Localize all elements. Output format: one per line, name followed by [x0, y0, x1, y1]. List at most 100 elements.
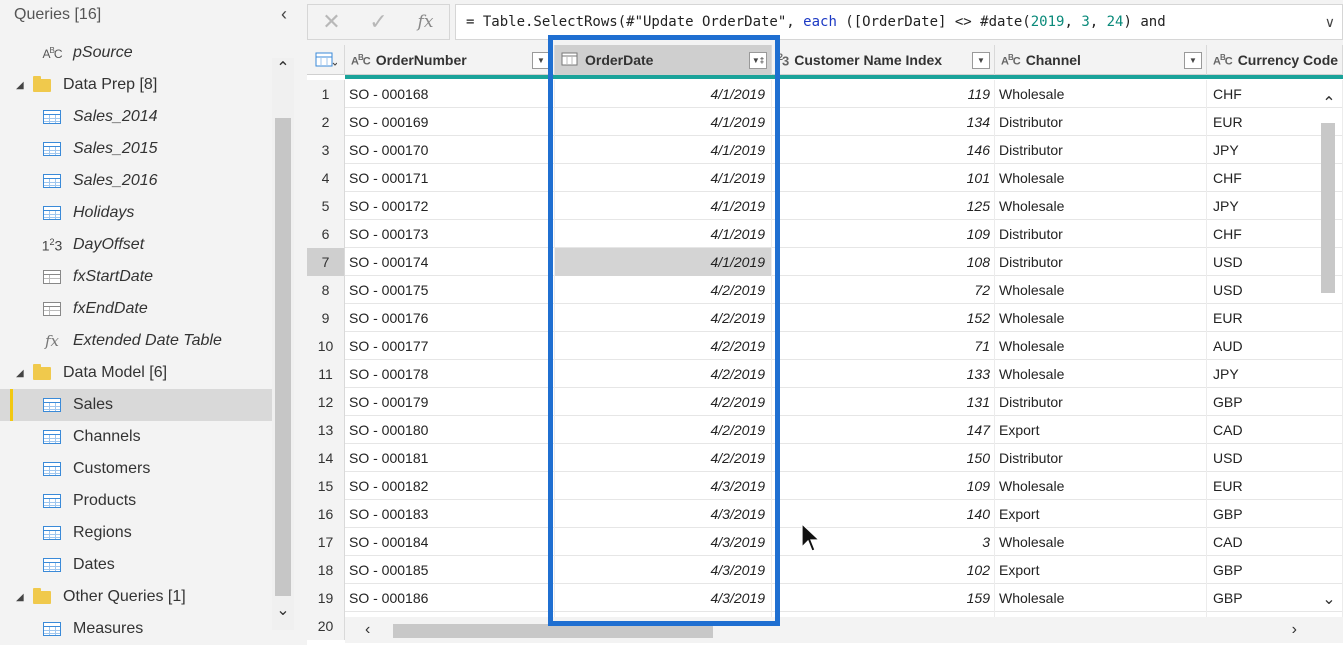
table-row[interactable]: 10 SO - 000177 4/2/2019 71 Wholesale AUD [307, 332, 1343, 360]
expand-triangle-icon[interactable]: ◢ [16, 80, 24, 91]
cell-order-number[interactable]: SO - 000186 [345, 584, 555, 612]
cell-order-date[interactable]: 4/1/2019 [555, 136, 772, 164]
cell-customer-name-index[interactable]: 146 [772, 136, 995, 164]
table-row[interactable]: 16 SO - 000183 4/3/2019 140 Export GBP [307, 500, 1343, 528]
scroll-left-chevron-icon[interactable]: ‹ [365, 621, 370, 639]
cell-order-date[interactable]: 4/2/2019 [555, 332, 772, 360]
row-number[interactable]: 17 [307, 528, 345, 556]
table-row[interactable]: 11 SO - 000178 4/2/2019 133 Wholesale JPY [307, 360, 1343, 388]
table-row[interactable]: 17 SO - 000184 4/3/2019 3 Wholesale CAD [307, 528, 1343, 556]
cell-order-number[interactable]: SO - 000168 [345, 80, 555, 108]
cell-order-number[interactable]: SO - 000174 [345, 248, 555, 276]
cell-order-number[interactable]: SO - 000180 [345, 416, 555, 444]
cell-order-number[interactable]: SO - 000172 [345, 192, 555, 220]
cell-channel[interactable]: Wholesale [995, 360, 1207, 388]
table-row[interactable]: 1 SO - 000168 4/1/2019 119 Wholesale CHF [307, 80, 1343, 108]
cell-channel[interactable]: Wholesale [995, 584, 1207, 612]
cell-channel[interactable]: Wholesale [995, 528, 1207, 556]
row-number[interactable]: 11 [307, 360, 345, 388]
filter-dropdown-icon[interactable]: ▼ [532, 52, 550, 69]
row-number[interactable]: 18 [307, 556, 345, 584]
row-number[interactable]: 14 [307, 444, 345, 472]
row-number[interactable]: 15 [307, 472, 345, 500]
cell-order-date[interactable]: 4/2/2019 [555, 304, 772, 332]
query-item[interactable]: Products [0, 485, 272, 517]
cell-order-date[interactable]: 4/2/2019 [555, 360, 772, 388]
cell-order-number[interactable]: SO - 000171 [345, 164, 555, 192]
scroll-down-chevron-icon[interactable]: ⌄ [272, 600, 294, 626]
query-item[interactable]: fxEndDate [0, 293, 272, 325]
cell-order-date[interactable]: 4/2/2019 [555, 444, 772, 472]
cell-order-date[interactable]: 4/3/2019 [555, 500, 772, 528]
row-number[interactable]: 2 [307, 108, 345, 136]
cell-order-date[interactable]: 4/1/2019 [555, 248, 772, 276]
table-row[interactable]: 6 SO - 000173 4/1/2019 109 Distributor CHF [307, 220, 1343, 248]
date-type-icon[interactable] [561, 52, 579, 69]
cell-channel[interactable]: Wholesale [995, 80, 1207, 108]
table-row[interactable]: 3 SO - 000170 4/1/2019 146 Distributor JPY [307, 136, 1343, 164]
cell-order-date[interactable]: 4/1/2019 [555, 220, 772, 248]
cell-order-number[interactable]: SO - 000173 [345, 220, 555, 248]
cell-channel[interactable]: Export [995, 416, 1207, 444]
table-row[interactable]: 15 SO - 000182 4/3/2019 109 Wholesale EUR [307, 472, 1343, 500]
cell-order-date[interactable]: 4/1/2019 [555, 192, 772, 220]
collapse-pane-chevron-icon[interactable]: ‹ [275, 4, 293, 24]
scroll-up-chevron-icon[interactable]: ⌃ [1317, 93, 1341, 117]
cell-customer-name-index[interactable]: 140 [772, 500, 995, 528]
cell-customer-name-index[interactable]: 71 [772, 332, 995, 360]
table-row[interactable]: 7 SO - 000174 4/1/2019 108 Distributor USD [307, 248, 1343, 276]
cell-customer-name-index[interactable]: 108 [772, 248, 995, 276]
column-header[interactable]: ABC Currency Code [1207, 45, 1343, 75]
cell-channel[interactable]: Distributor [995, 108, 1207, 136]
table-menu-icon[interactable] [307, 45, 345, 75]
scroll-down-chevron-icon[interactable]: ⌄ [1317, 589, 1341, 613]
row-number[interactable]: 1 [307, 80, 345, 108]
text-type-icon[interactable]: ABC [1213, 53, 1233, 68]
column-header[interactable]: ABC OrderNumber ▼ [345, 45, 555, 75]
cell-customer-name-index[interactable]: 101 [772, 164, 995, 192]
query-item[interactable]: Sales [0, 389, 272, 421]
query-item[interactable]: Customers [0, 453, 272, 485]
queries-scrollbar[interactable]: ⌃ ⌄ [272, 58, 294, 630]
cell-channel[interactable]: Distributor [995, 248, 1207, 276]
expand-triangle-icon[interactable]: ◢ [16, 592, 24, 603]
number-type-icon[interactable]: 23 [778, 52, 789, 68]
query-item[interactable]: Channels [0, 421, 272, 453]
cancel-formula-x-icon[interactable]: ✕ [308, 9, 355, 35]
grid-vertical-scroll-thumb[interactable] [1321, 123, 1335, 293]
row-number[interactable]: 9 [307, 304, 345, 332]
cell-channel[interactable]: Wholesale [995, 192, 1207, 220]
cell-order-date[interactable]: 4/3/2019 [555, 584, 772, 612]
row-number[interactable]: 5 [307, 192, 345, 220]
cell-customer-name-index[interactable]: 147 [772, 416, 995, 444]
cell-order-number[interactable]: SO - 000179 [345, 388, 555, 416]
query-folder[interactable]: ◢ Data Prep [8] [0, 69, 272, 101]
table-row[interactable]: 18 SO - 000185 4/3/2019 102 Export GBP [307, 556, 1343, 584]
table-row[interactable]: 8 SO - 000175 4/2/2019 72 Wholesale USD [307, 276, 1343, 304]
cell-channel[interactable]: Wholesale [995, 164, 1207, 192]
cell-order-number[interactable]: SO - 000183 [345, 500, 555, 528]
formula-input[interactable]: = Table.SelectRows(#"Update OrderDate", … [455, 4, 1343, 40]
row-number[interactable]: 16 [307, 500, 345, 528]
cell-customer-name-index[interactable]: 3 [772, 528, 995, 556]
row-number[interactable]: 6 [307, 220, 345, 248]
cell-order-number[interactable]: SO - 000176 [345, 304, 555, 332]
column-header[interactable]: ABC Channel ▼ [995, 45, 1207, 75]
text-type-icon[interactable]: ABC [351, 53, 371, 68]
cell-customer-name-index[interactable]: 119 [772, 80, 995, 108]
query-item[interactable]: Regions [0, 517, 272, 549]
row-number[interactable]: 7 [307, 248, 345, 276]
table-row[interactable]: 12 SO - 000179 4/2/2019 131 Distributor GBP [307, 388, 1343, 416]
cell-order-number[interactable]: SO - 000175 [345, 276, 555, 304]
table-row[interactable]: 4 SO - 000171 4/1/2019 101 Wholesale CHF [307, 164, 1343, 192]
column-header[interactable]: 23 Customer Name Index ▼ [772, 45, 995, 75]
queries-scroll-thumb[interactable] [275, 118, 291, 596]
cell-customer-name-index[interactable]: 102 [772, 556, 995, 584]
cell-order-date[interactable]: 4/3/2019 [555, 528, 772, 556]
table-row[interactable]: 13 SO - 000180 4/2/2019 147 Export CAD [307, 416, 1343, 444]
query-folder[interactable]: ◢ Other Queries [1] [0, 581, 272, 613]
row-number[interactable]: 19 [307, 584, 345, 612]
table-row[interactable]: 5 SO - 000172 4/1/2019 125 Wholesale JPY [307, 192, 1343, 220]
commit-formula-check-icon[interactable]: ✓ [355, 9, 402, 35]
cell-order-date[interactable]: 4/3/2019 [555, 472, 772, 500]
